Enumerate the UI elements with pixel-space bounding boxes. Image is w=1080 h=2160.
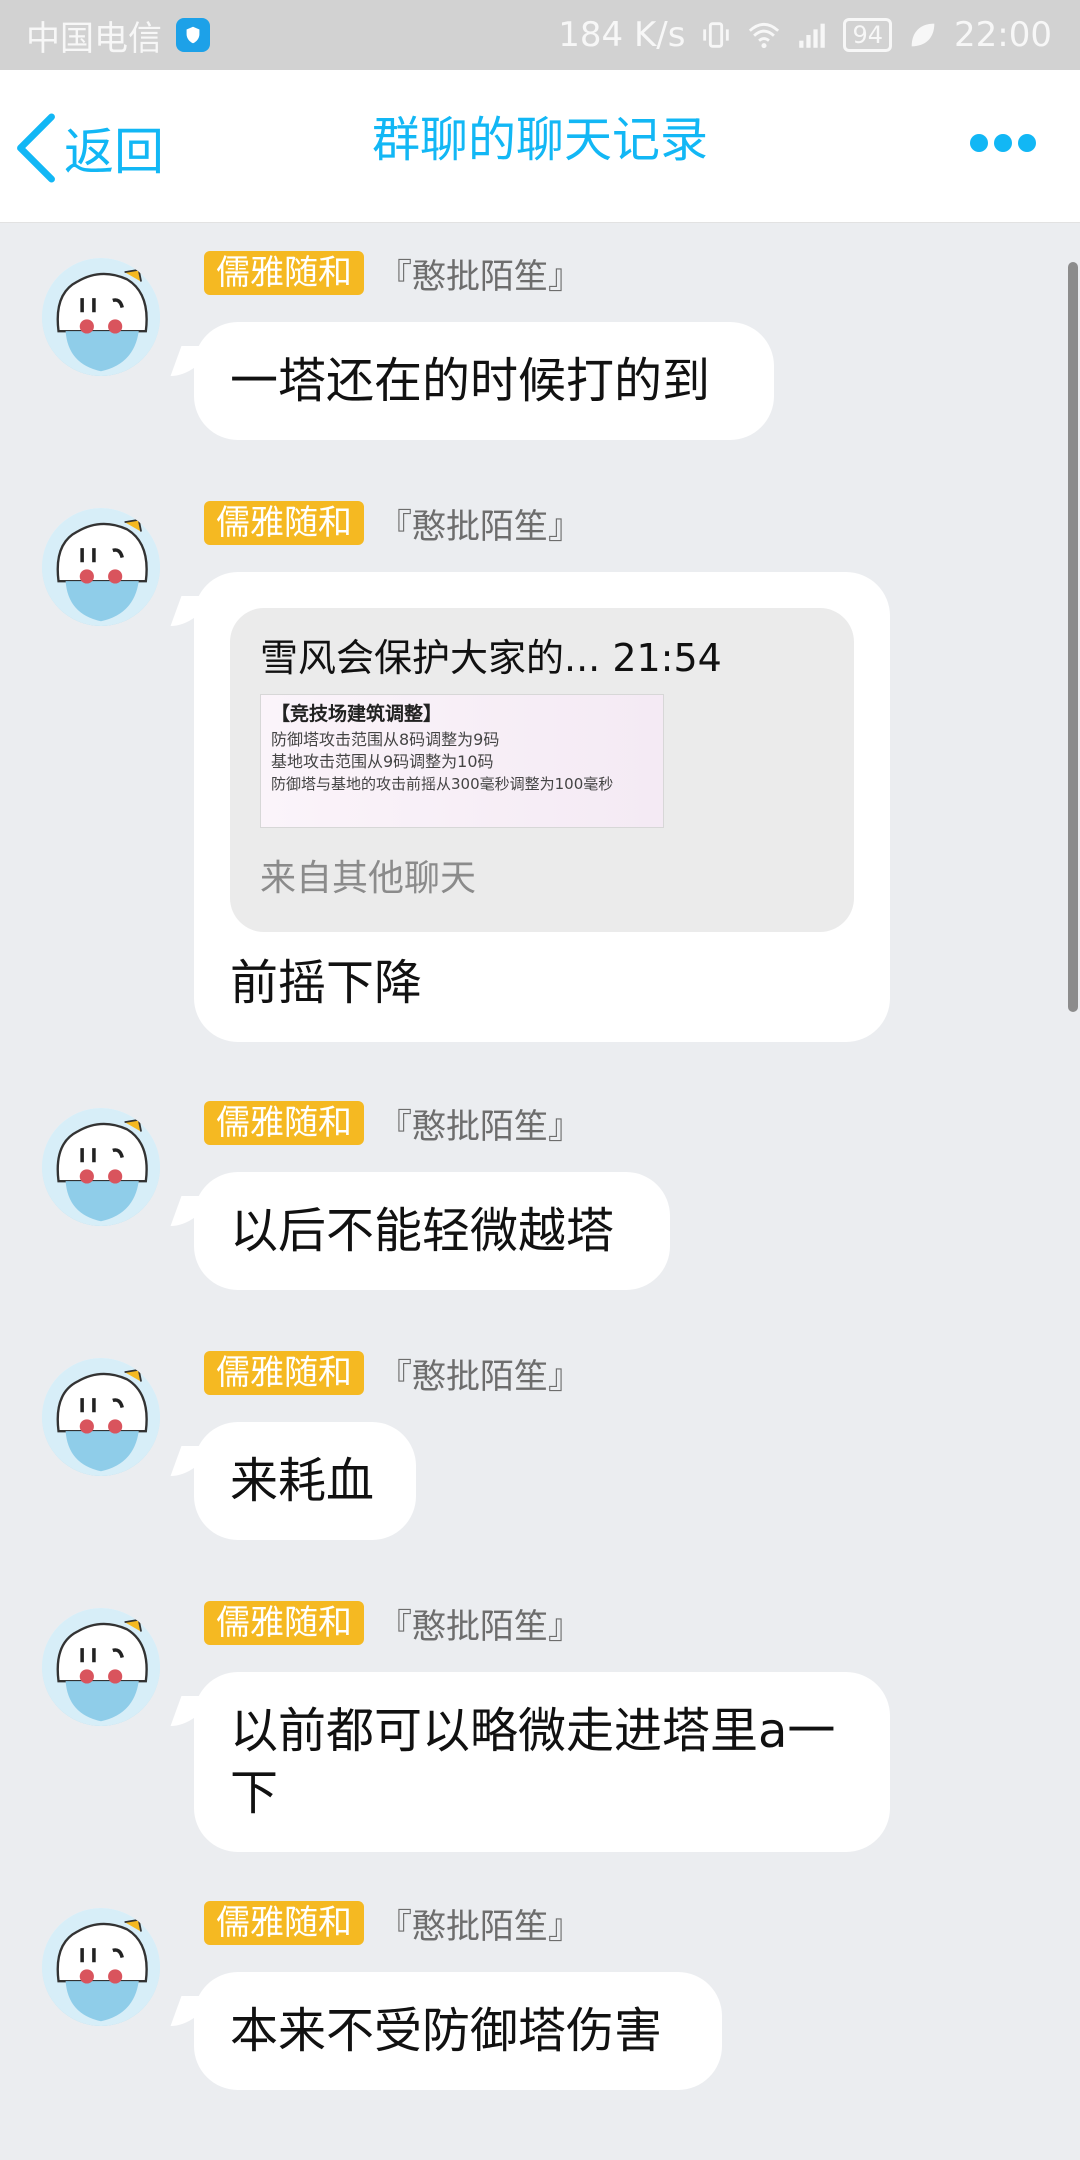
anime-avatar-icon [42,1908,160,2026]
message-text: 前摇下降 [230,955,423,1011]
status-bar: 中国电信 184 K/s 94 22:00 [0,0,1080,70]
message-bubble[interactable]: 本来不受防御塔伤害 [194,1972,722,2090]
quote-source: 来自其他聊天 [260,858,477,899]
sender-nickname: 『憨批陌笙』 [378,256,582,297]
title-badge: 儒雅随和 [204,1351,364,1395]
message-text: 一塔还在的时候打的到 [230,353,711,409]
title-badge: 儒雅随和 [204,1901,364,1945]
title-badge: 儒雅随和 [204,501,364,545]
quote-image-line: 防御塔攻击范围从8码调整为9码 [271,730,500,749]
quote-image-title: 【竞技场建筑调整】 [271,703,443,725]
sender-row: 儒雅随和 『憨批陌笙』 [204,1600,582,1647]
title-badge: 儒雅随和 [204,1601,364,1645]
avatar[interactable] [42,1608,160,1726]
avatar[interactable] [42,508,160,626]
battery-icon: 94 [843,18,893,52]
quote-image-line: 防御塔与基地的攻击前摇从300毫秒调整为100毫秒 [271,775,614,793]
net-speed: 184 K/s [558,15,686,55]
sender-row: 儒雅随和 『憨批陌笙』 [204,1100,582,1147]
avatar[interactable] [42,258,160,376]
sender-nickname: 『憨批陌笙』 [378,506,582,547]
clock: 22:00 [954,15,1052,55]
shield-icon [176,18,210,52]
anime-avatar-icon [42,508,160,626]
vibrate-icon [703,22,730,48]
message-text: 以前都可以略微走进塔里a一下 [230,1703,836,1821]
message-text: 来耗血 [230,1453,375,1509]
quote-header: 雪风会保护大家的... 21:54 [260,636,722,680]
more-icon[interactable] [970,128,1036,158]
anime-avatar-icon [42,1608,160,1726]
quoted-message[interactable]: 雪风会保护大家的... 21:54 【竞技场建筑调整】 防御塔攻击范围从8码调整… [230,608,854,932]
nav-bar: 返回 群聊的聊天记录 [0,70,1080,223]
message-bubble[interactable]: 一塔还在的时候打的到 [194,322,774,440]
leaf-icon [911,23,935,47]
quote-image[interactable]: 【竞技场建筑调整】 防御塔攻击范围从8码调整为9码 基地攻击范围从9码调整为10… [260,694,664,828]
title-badge: 儒雅随和 [204,251,364,295]
message-bubble[interactable]: 雪风会保护大家的... 21:54 【竞技场建筑调整】 防御塔攻击范围从8码调整… [194,572,890,1042]
anime-avatar-icon [42,258,160,376]
avatar[interactable] [42,1358,160,1476]
carrier-label: 中国电信 [26,18,162,59]
avatar[interactable] [42,1908,160,2026]
sender-row: 儒雅随和 『憨批陌笙』 [204,1350,582,1397]
sender-nickname: 『憨批陌笙』 [378,1906,582,1947]
sender-row: 儒雅随和 『憨批陌笙』 [204,500,582,547]
anime-avatar-icon [42,1358,160,1476]
quote-image-line: 基地攻击范围从9码调整为10码 [271,752,494,771]
message-text: 本来不受防御塔伤害 [230,2003,663,2059]
sender-nickname: 『憨批陌笙』 [378,1606,582,1647]
title-badge: 儒雅随和 [204,1101,364,1145]
status-right: 184 K/s 94 22:00 [558,0,1052,70]
cell-signal-icon [799,23,826,48]
message-bubble[interactable]: 以后不能轻微越塔 [194,1172,670,1290]
message-text: 以后不能轻微越塔 [230,1203,615,1259]
message-bubble[interactable]: 以前都可以略微走进塔里a一下 [194,1672,890,1852]
message-bubble[interactable]: 来耗血 [194,1422,416,1540]
sender-nickname: 『憨批陌笙』 [378,1356,582,1397]
page-title: 群聊的聊天记录 [371,112,708,168]
sender-nickname: 『憨批陌笙』 [378,1106,582,1147]
scrollbar[interactable] [1068,262,1078,1012]
status-left: 中国电信 [26,0,210,70]
sender-row: 儒雅随和 『憨批陌笙』 [204,1900,582,1947]
anime-avatar-icon [42,1108,160,1226]
sender-row: 儒雅随和 『憨批陌笙』 [204,250,582,297]
wifi-icon [749,22,780,49]
avatar[interactable] [42,1108,160,1226]
